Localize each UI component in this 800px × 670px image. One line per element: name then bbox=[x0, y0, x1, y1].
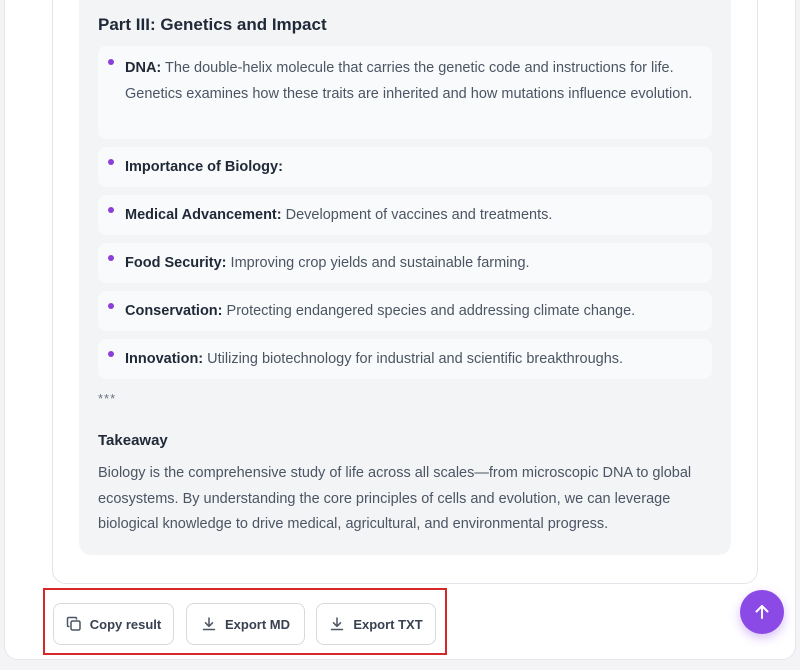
scroll-to-top-button[interactable] bbox=[740, 590, 784, 634]
bullet-dot-icon bbox=[108, 303, 114, 309]
bullet-dot-icon bbox=[108, 159, 114, 165]
export-txt-button[interactable]: Export TXT bbox=[316, 603, 436, 645]
list-item-term: Conservation: bbox=[125, 303, 223, 319]
bullet-list: DNA: The double-helix molecule that carr… bbox=[98, 46, 712, 387]
export-md-label: Export MD bbox=[225, 616, 290, 632]
bullet-dot-icon bbox=[108, 59, 114, 65]
section-heading: Part III: Genetics and Impact bbox=[98, 15, 327, 34]
arrow-up-icon bbox=[755, 605, 769, 619]
list-item-term: Food Security: bbox=[125, 255, 227, 271]
list-item: Importance of Biology: bbox=[98, 147, 712, 187]
list-item-text: Development of vaccines and treatments. bbox=[281, 207, 553, 223]
download-icon bbox=[202, 617, 216, 631]
download-icon bbox=[331, 617, 344, 631]
takeaway-text: Biology is the comprehensive study of li… bbox=[98, 465, 692, 532]
copy-result-button[interactable]: Copy result bbox=[53, 603, 174, 645]
list-item-text: Protecting endangered species and addres… bbox=[222, 303, 636, 319]
copy-icon bbox=[66, 616, 81, 631]
list-item: DNA: The double-helix molecule that carr… bbox=[98, 46, 712, 139]
export-md-button[interactable]: Export MD bbox=[186, 603, 305, 645]
export-txt-label: Export TXT bbox=[353, 616, 423, 632]
bullet-dot-icon bbox=[108, 255, 114, 261]
result-actions-bar: Copy result Export MD Export TXT bbox=[43, 588, 447, 655]
list-item: Food Security: Improving crop yields and… bbox=[98, 243, 712, 283]
section-divider: *** bbox=[98, 391, 117, 406]
list-item-text: The double-helix molecule that carries t… bbox=[125, 60, 693, 102]
list-item: Medical Advancement: Development of vacc… bbox=[98, 195, 712, 235]
list-item-term: DNA: bbox=[125, 60, 162, 76]
list-item-term: Importance of Biology: bbox=[125, 159, 283, 175]
list-item: Innovation: Utilizing biotechnology for … bbox=[98, 339, 712, 379]
page: Part III: Genetics and Impact DNA: The d… bbox=[0, 0, 800, 670]
list-item-text: Improving crop yields and sustainable fa… bbox=[226, 255, 530, 271]
list-item-term: Medical Advancement: bbox=[125, 207, 282, 223]
bullet-dot-icon bbox=[108, 351, 114, 357]
list-item: Conservation: Protecting endangered spec… bbox=[98, 291, 712, 331]
takeaway-heading: Takeaway bbox=[98, 432, 168, 449]
bullet-dot-icon bbox=[108, 207, 114, 213]
copy-result-label: Copy result bbox=[89, 616, 162, 632]
list-item-text: Utilizing biotechnology for industrial a… bbox=[203, 351, 624, 367]
list-item-term: Innovation: bbox=[125, 351, 204, 367]
